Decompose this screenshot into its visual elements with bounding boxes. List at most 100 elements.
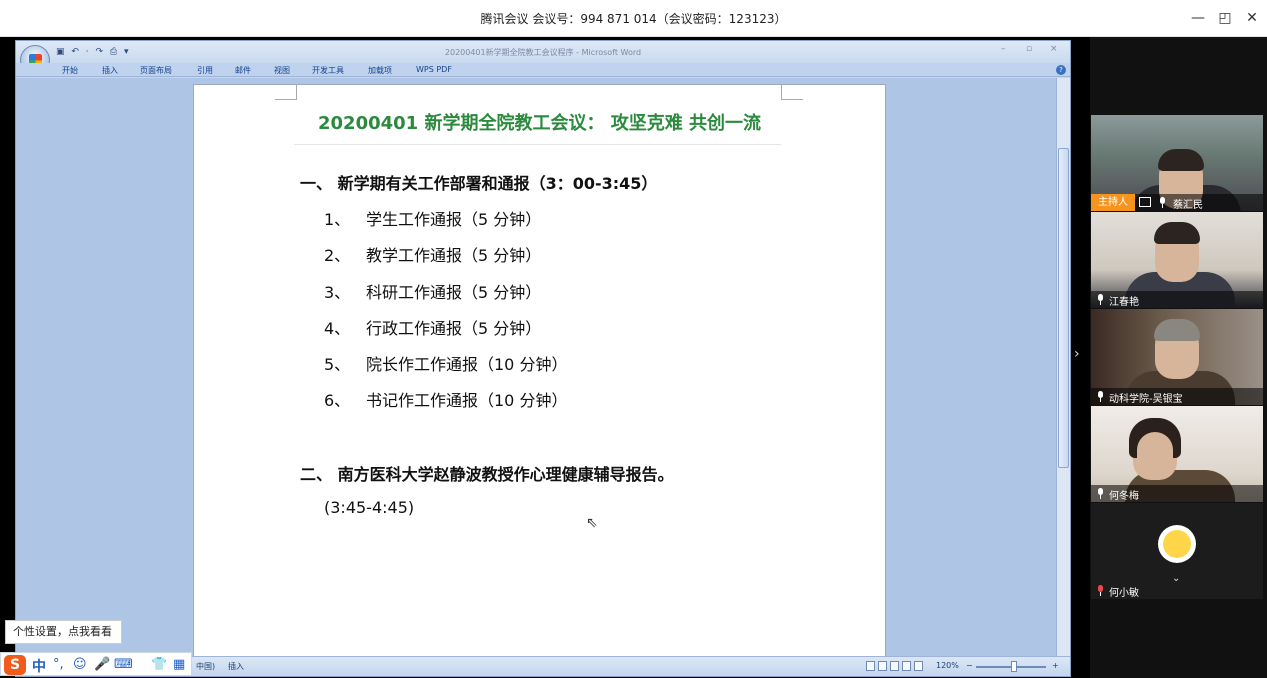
outline-view-icon[interactable] — [902, 661, 911, 671]
tab-references[interactable]: 引用 — [197, 65, 213, 76]
agenda-item-number: 5、 — [324, 355, 351, 374]
emoji-icon[interactable]: ☺ — [73, 657, 87, 672]
close-button[interactable]: ✕ — [1241, 8, 1263, 28]
chick-icon — [1158, 525, 1196, 563]
participant-tile[interactable]: 主持人 蔡汇民 — [1091, 115, 1263, 211]
agenda-section-1: 一、 新学期有关工作部署和通报（3：00-3:45） — [300, 174, 658, 193]
agenda-item-number: 3、 — [324, 283, 351, 302]
agenda-item-text: 学生工作通报（5 分钟） — [366, 210, 542, 229]
zoom-level[interactable]: 120% — [936, 661, 959, 670]
agenda-item: 2、 教学工作通报（5 分钟） — [324, 242, 541, 266]
host-badge: 主持人 — [1091, 194, 1135, 211]
draft-view-icon[interactable] — [914, 661, 923, 671]
agenda-item: 4、 行政工作通报（5 分钟） — [324, 315, 541, 339]
participant-name: 何冬梅 — [1109, 491, 1139, 502]
microphone-icon — [1097, 294, 1104, 305]
tab-home[interactable]: 开始 — [62, 65, 78, 76]
agenda-item: 1、 学生工作通报（5 分钟） — [324, 206, 541, 230]
scrollbar-thumb[interactable] — [1058, 148, 1069, 468]
tab-wps-pdf[interactable]: WPS PDF — [416, 65, 452, 74]
print-layout-icon[interactable] — [866, 661, 875, 671]
punctuation-icon[interactable]: °, — [53, 657, 64, 672]
ribbon-tabs: 开始 插入 页面布局 引用 邮件 视图 开发工具 加载项 WPS PDF ? — [16, 63, 1070, 77]
word-window: 20200401新学期全院教工会议程序 - Microsoft Word ▣ ↶… — [15, 40, 1071, 677]
document-heading: 20200401 新学期全院教工会议： 攻坚克难 共创一流 — [318, 113, 761, 134]
tab-mailings[interactable]: 邮件 — [235, 65, 251, 76]
insert-mode-indicator[interactable]: 插入 — [228, 661, 244, 672]
participant-name-bar: 主持人 蔡汇民 — [1091, 194, 1263, 211]
participant-name-bar: 何小敏 — [1091, 582, 1263, 599]
microphone-muted-icon — [1097, 585, 1104, 596]
tab-page-layout[interactable]: 页面布局 — [140, 65, 172, 76]
microphone-icon — [1097, 488, 1104, 499]
agenda-section-2: 二、 南方医科大学赵静波教授作心理健康辅导报告。 — [300, 465, 674, 484]
maximize-button[interactable]: ◰ — [1214, 8, 1236, 28]
margin-corner-left — [275, 85, 297, 100]
participant-tile[interactable]: 江春艳 — [1091, 212, 1263, 308]
mouse-pointer-icon: ⇖ — [586, 515, 598, 531]
agenda-item-text: 书记作工作通报（10 分钟） — [366, 391, 568, 410]
zoom-out-button[interactable]: − — [966, 661, 973, 670]
agenda-item-number: 4、 — [324, 319, 351, 338]
tab-insert[interactable]: 插入 — [102, 65, 118, 76]
agenda-item-number: 2、 — [324, 246, 351, 265]
participant-name-bar: 江春艳 — [1091, 291, 1263, 308]
tab-developer[interactable]: 开发工具 — [312, 65, 344, 76]
word-minimize-icon[interactable]: – — [1001, 44, 1006, 54]
ime-tooltip[interactable]: 个性设置，点我看看 — [5, 620, 122, 644]
agenda-item-number: 1、 — [324, 210, 351, 229]
agenda-item-text: 院长作工作通报（10 分钟） — [366, 355, 568, 374]
voice-input-icon[interactable]: 🎤 — [94, 657, 110, 672]
zoom-in-button[interactable]: + — [1052, 661, 1059, 670]
meeting-title: 腾讯会议 会议号：994 871 014（会议密码：123123） — [480, 12, 787, 26]
agenda-section-2-time: (3:45-4:45) — [324, 498, 415, 517]
heading-divider — [294, 144, 781, 145]
toolbox-icon[interactable]: ▦ — [173, 657, 185, 672]
panel-toggle-chevron-icon[interactable]: › — [1074, 346, 1080, 362]
participant-name-bar: 何冬梅 — [1091, 485, 1263, 502]
microphone-icon — [1159, 197, 1166, 208]
participant-tile[interactable]: 动科学院-吴银宝 — [1091, 309, 1263, 405]
participant-name: 何小敏 — [1109, 588, 1139, 599]
shared-screen: 20200401新学期全院教工会议程序 - Microsoft Word ▣ ↶… — [0, 37, 1090, 678]
agenda-item-number: 6、 — [324, 391, 351, 410]
document-page[interactable]: 20200401 新学期全院教工会议： 攻坚克难 共创一流 一、 新学期有关工作… — [193, 84, 886, 664]
participant-panel: 主持人 蔡汇民 江春艳 动科学院-吴银宝 何冬梅 ⌄ 何小敏 — [1090, 37, 1267, 678]
participant-name: 动科学院-吴银宝 — [1109, 394, 1183, 405]
agenda-item-text: 行政工作通报（5 分钟） — [366, 319, 542, 338]
agenda-item: 3、 科研工作通报（5 分钟） — [324, 279, 541, 303]
word-titlebar: 20200401新学期全院教工会议程序 - Microsoft Word ▣ ↶… — [16, 41, 1070, 63]
microphone-icon — [1097, 391, 1104, 402]
sogou-logo-icon[interactable]: S — [4, 655, 26, 675]
document-area: 20200401 新学期全院教工会议： 攻坚克难 共创一流 一、 新学期有关工作… — [16, 78, 1057, 664]
word-restore-icon[interactable]: ▫ — [1026, 44, 1032, 54]
skin-icon[interactable]: 👕 — [151, 657, 167, 672]
word-close-icon[interactable]: × — [1050, 44, 1058, 54]
help-icon[interactable]: ? — [1056, 65, 1066, 75]
ime-mode-toggle[interactable]: 中 — [32, 656, 46, 676]
participant-name-bar: 动科学院-吴银宝 — [1091, 388, 1263, 405]
ime-toolbar: S 中 °, ☺ 🎤 ⌨ 👕 ▦ — [0, 652, 192, 676]
margin-corner-right — [781, 85, 803, 100]
keyboard-icon[interactable]: ⌨ — [114, 657, 133, 672]
vertical-scrollbar[interactable] — [1056, 78, 1070, 656]
meeting-titlebar: 腾讯会议 会议号：994 871 014（会议密码：123123） — ◰ ✕ — [0, 0, 1267, 37]
agenda-item: 5、 院长作工作通报（10 分钟） — [324, 351, 567, 375]
tab-view[interactable]: 视图 — [274, 65, 290, 76]
participant-tile[interactable]: 何冬梅 — [1091, 406, 1263, 502]
agenda-item-text: 教学工作通报（5 分钟） — [366, 246, 542, 265]
participant-name: 蔡汇民 — [1173, 200, 1203, 211]
full-screen-reading-icon[interactable] — [878, 661, 887, 671]
web-layout-icon[interactable] — [890, 661, 899, 671]
zoom-slider-knob[interactable] — [1011, 661, 1017, 672]
tab-addins[interactable]: 加载项 — [368, 65, 392, 76]
participant-tile[interactable]: ⌄ 何小敏 — [1091, 503, 1263, 599]
word-window-title: 20200401新学期全院教工会议程序 - Microsoft Word — [444, 48, 642, 57]
screen-share-icon — [1139, 197, 1151, 207]
participant-name: 江春艳 — [1109, 297, 1139, 308]
minimize-button[interactable]: — — [1187, 8, 1209, 28]
agenda-item-text: 科研工作通报（5 分钟） — [366, 283, 542, 302]
agenda-item: 6、 书记作工作通报（10 分钟） — [324, 387, 567, 411]
language-indicator[interactable]: 中国) — [196, 661, 215, 672]
quick-access-toolbar[interactable]: ▣ ↶ · ↷ ⎙ ▾ — [56, 47, 130, 57]
